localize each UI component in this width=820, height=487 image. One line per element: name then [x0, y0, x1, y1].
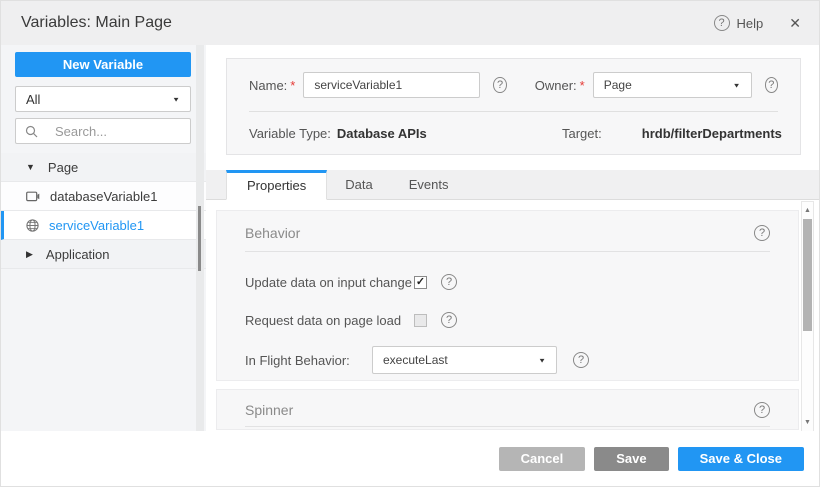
owner-label: Owner:: [535, 78, 577, 93]
variable-search-box[interactable]: [15, 118, 191, 144]
chevron-down-icon: ▼: [172, 95, 180, 102]
update-data-row: Update data on input change ✓ ?: [245, 274, 770, 290]
help-link[interactable]: Help: [737, 16, 764, 31]
variable-filter-select[interactable]: All ▼: [15, 86, 191, 112]
variable-type-label: Variable Type:: [249, 126, 331, 141]
chevron-down-icon: ▼: [538, 356, 546, 363]
tree-item-databaseVariable1[interactable]: databaseVariable1: [1, 182, 206, 211]
spinner-help-icon[interactable]: ?: [754, 402, 770, 418]
spinner-divider: [245, 426, 770, 427]
tree-item-label: databaseVariable1: [50, 189, 157, 204]
request-data-help-icon[interactable]: ?: [441, 312, 457, 328]
update-data-help-icon[interactable]: ?: [441, 274, 457, 290]
behavior-divider: [245, 251, 770, 252]
database-icon: [26, 191, 40, 202]
variables-dialog: Variables: Main Page ? Help ✕ New Variab…: [0, 0, 820, 487]
cancel-button[interactable]: Cancel: [499, 447, 586, 471]
tree-item-label: serviceVariable1: [49, 218, 144, 233]
type-target-row: Variable Type: Database APIs Target: hrd…: [249, 112, 778, 141]
page-title: Variables: Main Page: [21, 14, 172, 32]
header-actions: ? Help ✕: [714, 15, 801, 32]
save-and-close-button[interactable]: Save & Close: [678, 447, 804, 471]
request-data-row: Request data on page load ✓ ?: [245, 312, 770, 328]
tree-group-label: Page: [48, 160, 78, 175]
owner-select[interactable]: Page ▼: [593, 72, 752, 98]
tab-events[interactable]: Events: [391, 170, 467, 199]
variables-sidebar: New Variable All ▼ ▼ Page databaseVariab…: [1, 45, 206, 433]
properties-scrollbar[interactable]: ▲ ▼: [801, 201, 814, 432]
name-input[interactable]: [303, 72, 480, 98]
chevron-down-icon: ▼: [733, 81, 741, 88]
behavior-section-title: Behavior: [245, 225, 300, 241]
variable-type-field: Variable Type: Database APIs: [249, 126, 562, 141]
properties-scroll-area: Behavior ? Update data on input change ✓…: [206, 200, 820, 433]
request-data-label: Request data on page load: [245, 313, 414, 328]
behavior-section: Behavior ? Update data on input change ✓…: [216, 210, 799, 381]
caret-right-icon: ▶: [26, 249, 33, 260]
scrollbar-thumb[interactable]: [803, 219, 812, 331]
update-data-label: Update data on input change: [245, 275, 414, 290]
in-flight-select[interactable]: executeLast ▼: [372, 346, 557, 374]
name-owner-row: Name: * ? Owner: * Page ▼ ?: [249, 59, 778, 98]
dialog-header: Variables: Main Page ? Help ✕: [1, 1, 820, 45]
variable-detail-panel: Name: * ? Owner: * Page ▼ ? Variable Typ…: [206, 45, 820, 433]
behavior-section-header: Behavior ?: [245, 211, 770, 241]
in-flight-selected-value: executeLast: [383, 353, 448, 367]
update-data-checkbox[interactable]: ✓: [414, 276, 427, 289]
in-flight-help-icon[interactable]: ?: [573, 352, 589, 368]
spinner-section-header: Spinner ?: [245, 390, 770, 418]
variable-summary-panel: Name: * ? Owner: * Page ▼ ? Variable Typ…: [226, 58, 801, 155]
save-button[interactable]: Save: [594, 447, 668, 471]
caret-down-icon: ▼: [26, 162, 35, 172]
owner-selected-value: Page: [604, 78, 632, 92]
request-data-checkbox[interactable]: ✓: [414, 314, 427, 327]
new-variable-button[interactable]: New Variable: [15, 52, 191, 77]
name-label: Name:: [249, 78, 287, 93]
name-help-icon[interactable]: ?: [493, 77, 506, 93]
search-input[interactable]: [55, 124, 190, 139]
tree-group-label: Application: [46, 247, 110, 262]
filter-selected-value: All: [26, 92, 40, 107]
service-icon: [26, 219, 39, 232]
scroll-down-icon[interactable]: ▼: [802, 419, 813, 426]
sidebar-scrollbar-thumb[interactable]: [198, 206, 201, 271]
tab-data[interactable]: Data: [327, 170, 390, 199]
in-flight-label: In Flight Behavior:: [245, 353, 372, 368]
tree-group-page[interactable]: ▼ Page: [1, 153, 206, 182]
required-asterisk: *: [580, 78, 585, 93]
target-label: Target:: [562, 126, 602, 141]
dialog-footer: Cancel Save Save & Close: [1, 431, 820, 486]
spinner-section-title: Spinner: [245, 402, 293, 418]
detail-tabs: Properties Data Events: [206, 170, 820, 200]
tree-item-serviceVariable1[interactable]: serviceVariable1: [1, 211, 206, 240]
tab-properties[interactable]: Properties: [226, 170, 327, 200]
close-icon[interactable]: ✕: [789, 15, 801, 32]
variable-type-value: Database APIs: [337, 126, 427, 141]
tree-group-application[interactable]: ▶ Application: [1, 240, 206, 269]
variables-tree: ▼ Page databaseVariable1 serviceVariable…: [1, 153, 206, 269]
scroll-up-icon[interactable]: ▲: [802, 207, 813, 214]
required-asterisk: *: [290, 78, 295, 93]
search-icon: [25, 125, 38, 138]
target-value: hrdb/filterDepartments: [642, 126, 782, 141]
owner-help-icon[interactable]: ?: [765, 77, 778, 93]
help-icon[interactable]: ?: [714, 15, 730, 31]
sidebar-scrollbar[interactable]: [196, 45, 204, 432]
spinner-section: Spinner ?: [216, 389, 799, 430]
behavior-help-icon[interactable]: ?: [754, 225, 770, 241]
check-icon: ✓: [416, 277, 425, 288]
in-flight-row: In Flight Behavior: executeLast ▼ ?: [245, 346, 770, 374]
